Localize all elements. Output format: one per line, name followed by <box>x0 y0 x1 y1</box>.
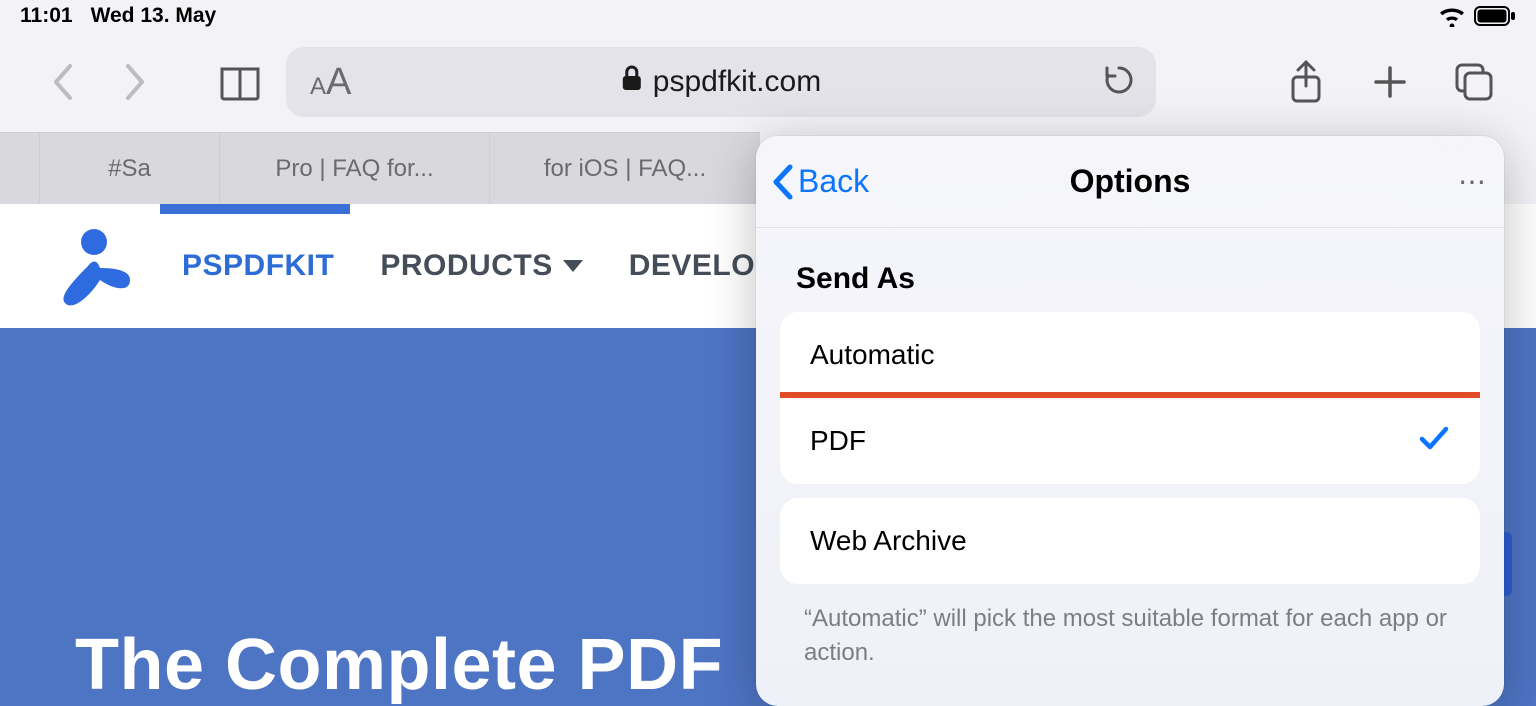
send-as-list: Automatic PDF <box>780 312 1480 484</box>
section-send-as: Send As <box>756 228 1504 312</box>
forward-button[interactable] <box>104 50 168 114</box>
nav-products[interactable]: PRODUCTS <box>380 249 582 283</box>
checkmark-icon <box>1418 424 1450 459</box>
share-button[interactable] <box>1274 50 1338 114</box>
nav-label: PRODUCTS <box>380 249 552 283</box>
popover-title: Options <box>1070 163 1191 200</box>
tab-3[interactable]: for iOS | FAQ... <box>490 133 760 204</box>
back-label: Back <box>798 163 869 200</box>
battery-icon <box>1474 6 1516 26</box>
option-pdf[interactable]: PDF <box>780 398 1480 484</box>
tab-overflow-left[interactable] <box>0 133 40 204</box>
option-automatic[interactable]: Automatic <box>780 312 1480 398</box>
tabs-button[interactable] <box>1442 50 1506 114</box>
nav-pspdfkit[interactable]: PSPDFKIT <box>182 249 334 283</box>
browser-toolbar: AA pspdfkit.com <box>0 32 1536 132</box>
wifi-icon <box>1438 5 1466 27</box>
send-as-list-2: Web Archive <box>780 498 1480 584</box>
text-size-button[interactable]: AA <box>310 61 351 104</box>
annotation-highlight <box>780 392 1480 484</box>
option-label: Web Archive <box>810 525 967 557</box>
back-link[interactable]: Back <box>770 163 869 201</box>
popover-header: Back Options ⋯ <box>756 136 1504 228</box>
brand-logo-icon[interactable] <box>40 218 136 314</box>
active-tab-indicator <box>160 204 350 214</box>
status-time: 11:01 <box>20 4 73 28</box>
status-bar: 11:01 Wed 13. May <box>0 0 1536 32</box>
tab-2[interactable]: Pro | FAQ for... <box>220 133 490 204</box>
status-date: Wed 13. May <box>91 4 217 28</box>
back-button[interactable] <box>30 50 94 114</box>
reload-button[interactable] <box>1102 63 1136 102</box>
tab-strip: #Sa Pro | FAQ for... for iOS | FAQ... <box>0 132 760 204</box>
address-domain: pspdfkit.com <box>621 64 821 100</box>
share-options-popover: Back Options ⋯ Send As Automatic PDF Web… <box>756 136 1504 706</box>
hero-headline: The Complete PDF <box>75 624 723 706</box>
lock-icon <box>621 64 643 100</box>
option-web-archive[interactable]: Web Archive <box>780 498 1480 584</box>
address-bar[interactable]: AA pspdfkit.com <box>286 47 1156 117</box>
option-label: PDF <box>810 425 866 457</box>
new-tab-button[interactable] <box>1358 50 1422 114</box>
tab-label: for iOS | FAQ... <box>544 155 706 183</box>
overflow-indicator: ⋯ <box>1458 165 1488 198</box>
bookmarks-button[interactable] <box>208 50 272 114</box>
chevron-down-icon <box>563 260 583 272</box>
footer-note: “Automatic” will pick the most suitable … <box>756 584 1504 669</box>
tab-label: #Sa <box>108 155 151 183</box>
tab-1[interactable]: #Sa <box>40 133 220 204</box>
tab-label: Pro | FAQ for... <box>275 155 433 183</box>
option-label: Automatic <box>810 339 935 371</box>
address-text: pspdfkit.com <box>653 65 821 99</box>
